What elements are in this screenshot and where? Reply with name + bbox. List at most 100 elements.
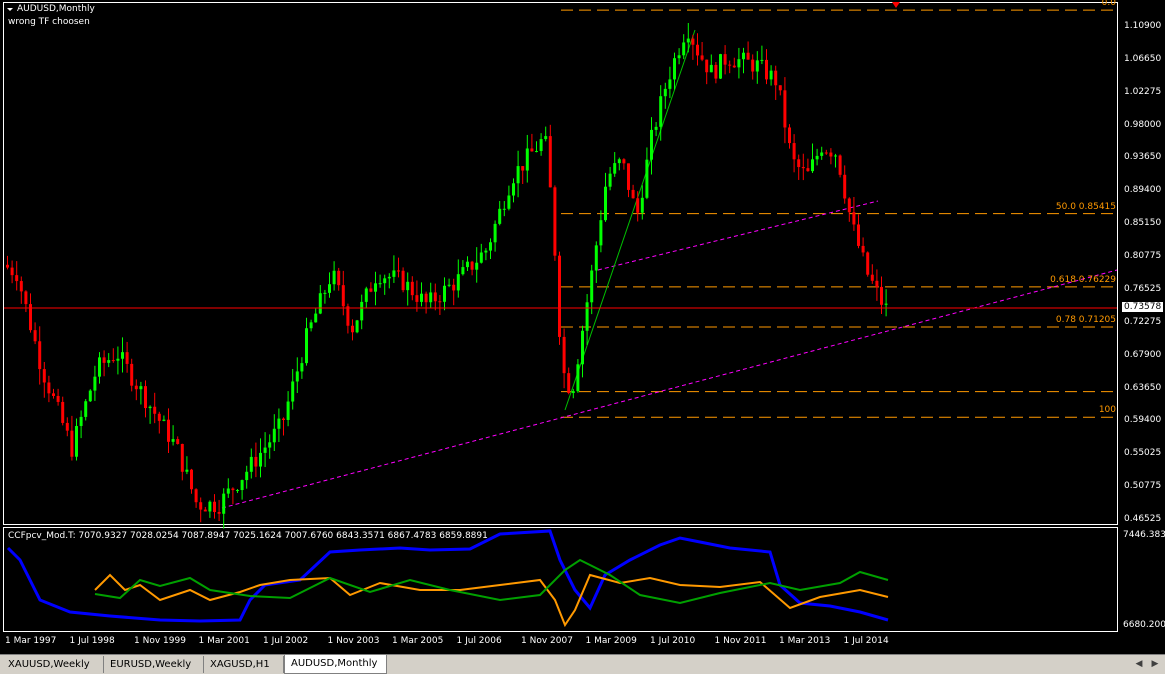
candle-body [663,88,667,97]
candle-body [553,187,557,256]
candle-body [585,302,589,331]
warning-text: wrong TF choosen [8,17,90,27]
candle-body [75,425,78,457]
candle-body [627,163,630,190]
time-axis-label: 1 Mar 2001 [198,636,250,646]
candle-body [544,136,548,140]
shift-marker-icon[interactable] [892,2,900,8]
chart-menu-arrow-icon[interactable] [7,8,13,11]
candle-body [599,220,603,246]
price-axis-label: 0.67900 [1124,349,1162,360]
candle-body [171,439,175,442]
candle-body [792,143,796,160]
scroll-left-icon[interactable]: ◀ [1133,658,1145,670]
candle-body [286,401,290,420]
candle-body [392,270,396,277]
chart-window[interactable] [0,0,1165,654]
candle-body [236,490,239,492]
candle-body [199,502,203,510]
candle-body [594,245,598,271]
candle-body [847,198,851,213]
candle-body [309,322,313,329]
candle-body [305,328,308,364]
trend-lines[interactable] [221,29,1118,509]
candle-body [116,358,120,361]
candle-body [134,385,138,390]
fib-level-label: 50.0 0.85415 [1055,201,1116,212]
candle-body [843,174,847,199]
time-axis-label: 1 Jul 2002 [263,636,309,646]
candle-body [295,371,299,382]
scroll-right-icon[interactable]: ▶ [1149,658,1161,670]
trend-line[interactable] [564,29,696,411]
time-axis-label: 1 Jul 1998 [69,636,115,646]
candle-body [870,274,874,281]
candle-body [240,480,244,491]
candle-body [263,447,267,453]
price-axis-label: 0.80775 [1124,251,1162,262]
candle-body [369,288,373,292]
trend-line[interactable] [597,200,879,271]
candle-body [180,443,184,472]
candle-body [558,255,561,337]
candle-body [420,293,423,302]
candle-body [433,292,437,302]
candle-body [79,416,83,426]
candle-body [33,330,37,342]
candle-body [834,155,837,157]
candle-body [576,364,580,392]
candle-body [42,369,46,383]
price-axis-label: 1.02275 [1124,86,1162,97]
candle-body [176,439,180,444]
candle-body [548,136,552,188]
tab-xauusd-weekly[interactable]: XAUUSD,Weekly [2,656,104,673]
candle-body [746,52,750,60]
candle-body [52,393,55,396]
fib-level-label: 0.78 0.71205 [1055,314,1116,325]
candle-body [203,509,207,512]
candle-body [742,52,745,60]
candle-body [452,284,456,291]
candle-body [530,148,534,152]
candle-body [88,390,92,402]
price-axis-label: 1.10900 [1124,21,1162,31]
candle-body [581,330,584,365]
candle-body [769,70,773,80]
candle-body [410,281,414,296]
candle-body [300,363,304,372]
candle-body [498,208,502,224]
candle-body [604,186,607,221]
time-axis-label: 1 Jul 2006 [456,636,502,646]
candle-body [824,152,828,154]
candle-body [654,126,658,130]
candle-body [406,281,410,291]
candle-body [820,152,824,156]
candle-body [636,198,640,213]
candle-body [447,284,451,286]
candle-body [470,261,474,270]
candle-body [346,306,350,326]
candle-body [208,501,212,512]
fib-level-label: 0.0 [1101,0,1116,9]
candle-body [185,469,189,472]
candle-body [47,382,51,394]
candle-body [801,167,805,169]
candle-body [875,280,879,287]
tab-xagusd-h1[interactable]: XAGUSD,H1 [204,656,284,673]
candle-body [443,285,446,302]
candle-body [456,274,460,291]
trend-line[interactable] [221,269,1118,509]
candle-body [332,270,336,285]
candle-body [125,352,129,364]
fibonacci-levels[interactable] [561,9,1117,418]
tab-audusd-monthly[interactable]: AUDUSD,Monthly [284,655,387,674]
candle-body [213,501,216,513]
candle-body [24,291,28,305]
candle-body [15,275,19,282]
candle-body [640,197,644,213]
tab-eurusd-weekly[interactable]: EURUSD,Weekly [104,656,204,673]
candle-body [719,54,722,79]
candle-body [10,267,14,276]
fib-level-label: 100 [1098,405,1116,416]
price-axis-label: 0.55025 [1124,448,1162,459]
